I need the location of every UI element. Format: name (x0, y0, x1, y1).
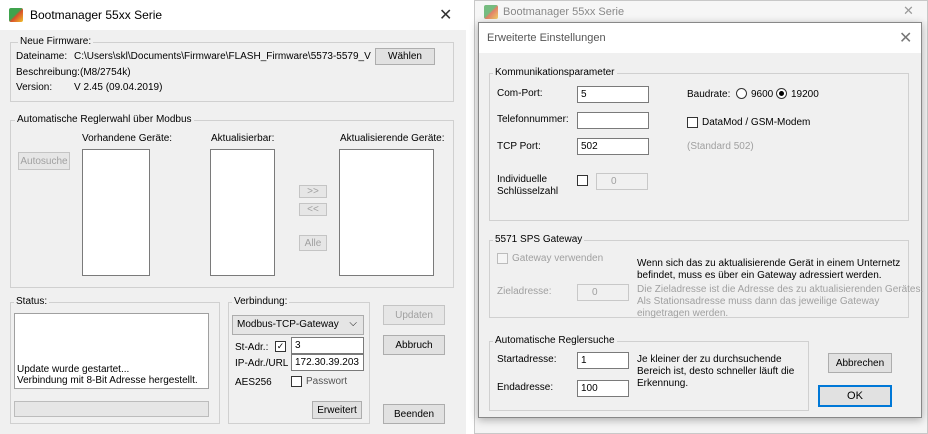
description-value: (M8/2754k) (80, 67, 131, 78)
connection-legend: Verbindung: (232, 296, 290, 307)
phone-label: Telefonnummer: (497, 114, 569, 125)
gateway-hint-3: eingetragen werden. (637, 308, 729, 319)
updating-devices-label: Aktualisierende Geräte: (340, 133, 445, 144)
gateway-note-1: Wenn sich das zu aktualisierende Gerät i… (637, 258, 901, 269)
close-icon[interactable]: ✕ (439, 5, 452, 25)
ip-address-input[interactable]: 172.30.39.203 (291, 354, 364, 371)
end-address-input[interactable]: 100 (577, 380, 629, 397)
datamod-checkbox[interactable] (687, 117, 698, 128)
key-label-2: Schlüsselzahl (497, 186, 559, 197)
tcp-port-hint: (Standard 502) (687, 141, 754, 152)
filename-label: Dateiname: (16, 51, 68, 62)
updatable-list[interactable] (210, 149, 275, 276)
version-value: V 2.45 (09.04.2019) (74, 82, 163, 93)
station-address-checkbox[interactable]: ✓ (275, 341, 286, 352)
connection-type-value: Modbus-TCP-Gateway (237, 319, 339, 330)
comm-legend: Kommunikationsparameter (493, 67, 617, 78)
abort-button[interactable]: Abbruch (383, 335, 445, 355)
dialog-close-icon[interactable]: ✕ (899, 28, 912, 48)
main-window: Bootmanager 55xx Serie ✕ Neue Firmware: … (0, 0, 466, 434)
available-devices-list[interactable] (82, 149, 150, 276)
auto-select-legend: Automatische Reglerwahl über Modbus (15, 114, 194, 125)
second-close-icon[interactable]: ✕ (903, 3, 914, 19)
filename-value: C:\Users\skl\Documents\Firmware\FLASH_Fi… (74, 51, 371, 62)
gateway-use-label: Gateway verwenden (512, 253, 604, 264)
progress-bar (14, 401, 209, 417)
firmware-legend: Neue Firmware: (18, 36, 94, 47)
baud-19200-radio[interactable] (776, 88, 787, 99)
main-title: Bootmanager 55xx Serie (30, 8, 163, 22)
status-line-2: Verbindung mit 8-Bit Adresse hergestellt… (17, 375, 198, 386)
gateway-use-checkbox[interactable] (497, 253, 508, 264)
status-line-1: Update wurde gestartet... (17, 364, 130, 375)
description-label: Beschreibung: (16, 67, 80, 78)
end-address-label: Endadresse: (497, 382, 554, 393)
status-log: Update wurde gestartet... Verbindung mit… (14, 313, 209, 389)
com-port-label: Com-Port: (497, 88, 543, 99)
gateway-legend: 5571 SPS Gateway (493, 234, 585, 245)
station-address-label: St-Adr.: (235, 342, 269, 353)
main-titlebar: Bootmanager 55xx Serie ✕ (0, 0, 466, 30)
second-titlebar: Bootmanager 55xx Serie ✕ (475, 1, 927, 21)
station-address-input[interactable]: 3 (291, 337, 364, 354)
datamod-label: DataMod / GSM-Modem (702, 117, 811, 128)
dialog-ok-button[interactable]: OK (818, 385, 892, 407)
baud-9600-radio[interactable] (736, 88, 747, 99)
start-address-input[interactable]: 1 (577, 352, 629, 369)
ip-address-label: IP-Adr./URL (235, 358, 289, 369)
gateway-hint-2: Als Stationsadresse muss dann das jeweil… (637, 296, 880, 307)
tcp-port-label: TCP Port: (497, 141, 541, 152)
target-address-input[interactable]: 0 (577, 284, 629, 301)
extended-settings-button[interactable]: Erweitert (312, 401, 362, 419)
add-device-button[interactable]: >> (299, 185, 327, 198)
com-port-input[interactable]: 5 (577, 86, 649, 103)
exit-button[interactable]: Beenden (383, 404, 445, 424)
advanced-settings-dialog: Erweiterte Einstellungen ✕ Kommunikation… (478, 22, 924, 418)
search-legend: Automatische Reglersuche (493, 335, 617, 346)
updatable-label: Aktualisierbar: (211, 133, 275, 144)
version-label: Version: (16, 82, 53, 93)
second-app-icon (484, 5, 498, 19)
search-note-3: Erkennung. (637, 378, 689, 389)
all-devices-button[interactable]: Alle (299, 235, 327, 251)
dialog-cancel-button[interactable]: Abbrechen (828, 353, 892, 373)
search-note-2: Bereich ist, desto schneller läuft die (637, 366, 795, 377)
gateway-hint-1: Die Zieladresse ist die Adresse des zu a… (637, 284, 924, 295)
chevron-down-icon: ⌵ (349, 318, 357, 329)
app-icon (9, 8, 23, 22)
password-label: Passwort (306, 376, 348, 387)
search-note-1: Je kleiner der zu durchsuchende (637, 354, 782, 365)
dialog-title: Erweiterte Einstellungen (487, 32, 606, 44)
available-devices-label: Vorhandene Geräte: (82, 133, 173, 144)
choose-file-button[interactable]: Wählen (375, 48, 435, 65)
baud-9600-label: 9600 (751, 89, 774, 100)
status-legend: Status: (14, 296, 50, 307)
second-title: Bootmanager 55xx Serie (503, 6, 625, 18)
password-checkbox[interactable] (291, 376, 302, 387)
dialog-titlebar: Erweiterte Einstellungen ✕ (479, 23, 921, 53)
target-address-label: Zieladresse: (497, 286, 552, 297)
tcp-port-input[interactable]: 502 (577, 138, 649, 155)
remove-device-button[interactable]: << (299, 203, 327, 216)
phone-input[interactable] (577, 112, 649, 129)
update-button[interactable]: Updaten (383, 305, 445, 325)
key-checkbox[interactable] (577, 175, 588, 186)
baud-19200-label: 19200 (791, 89, 819, 100)
baudrate-label: Baudrate: (687, 89, 731, 100)
key-label-1: Individuelle (497, 174, 548, 185)
aes256-label: AES256 (235, 377, 272, 388)
gateway-note-2: befindet, muss es über ein Gateway adres… (637, 270, 882, 281)
autosearch-button[interactable]: Autosuche (18, 152, 70, 170)
updating-devices-list[interactable] (339, 149, 434, 276)
key-input[interactable]: 0 (596, 173, 648, 190)
connection-type-select[interactable]: Modbus-TCP-Gateway ⌵ (232, 315, 364, 335)
start-address-label: Startadresse: (497, 354, 557, 365)
